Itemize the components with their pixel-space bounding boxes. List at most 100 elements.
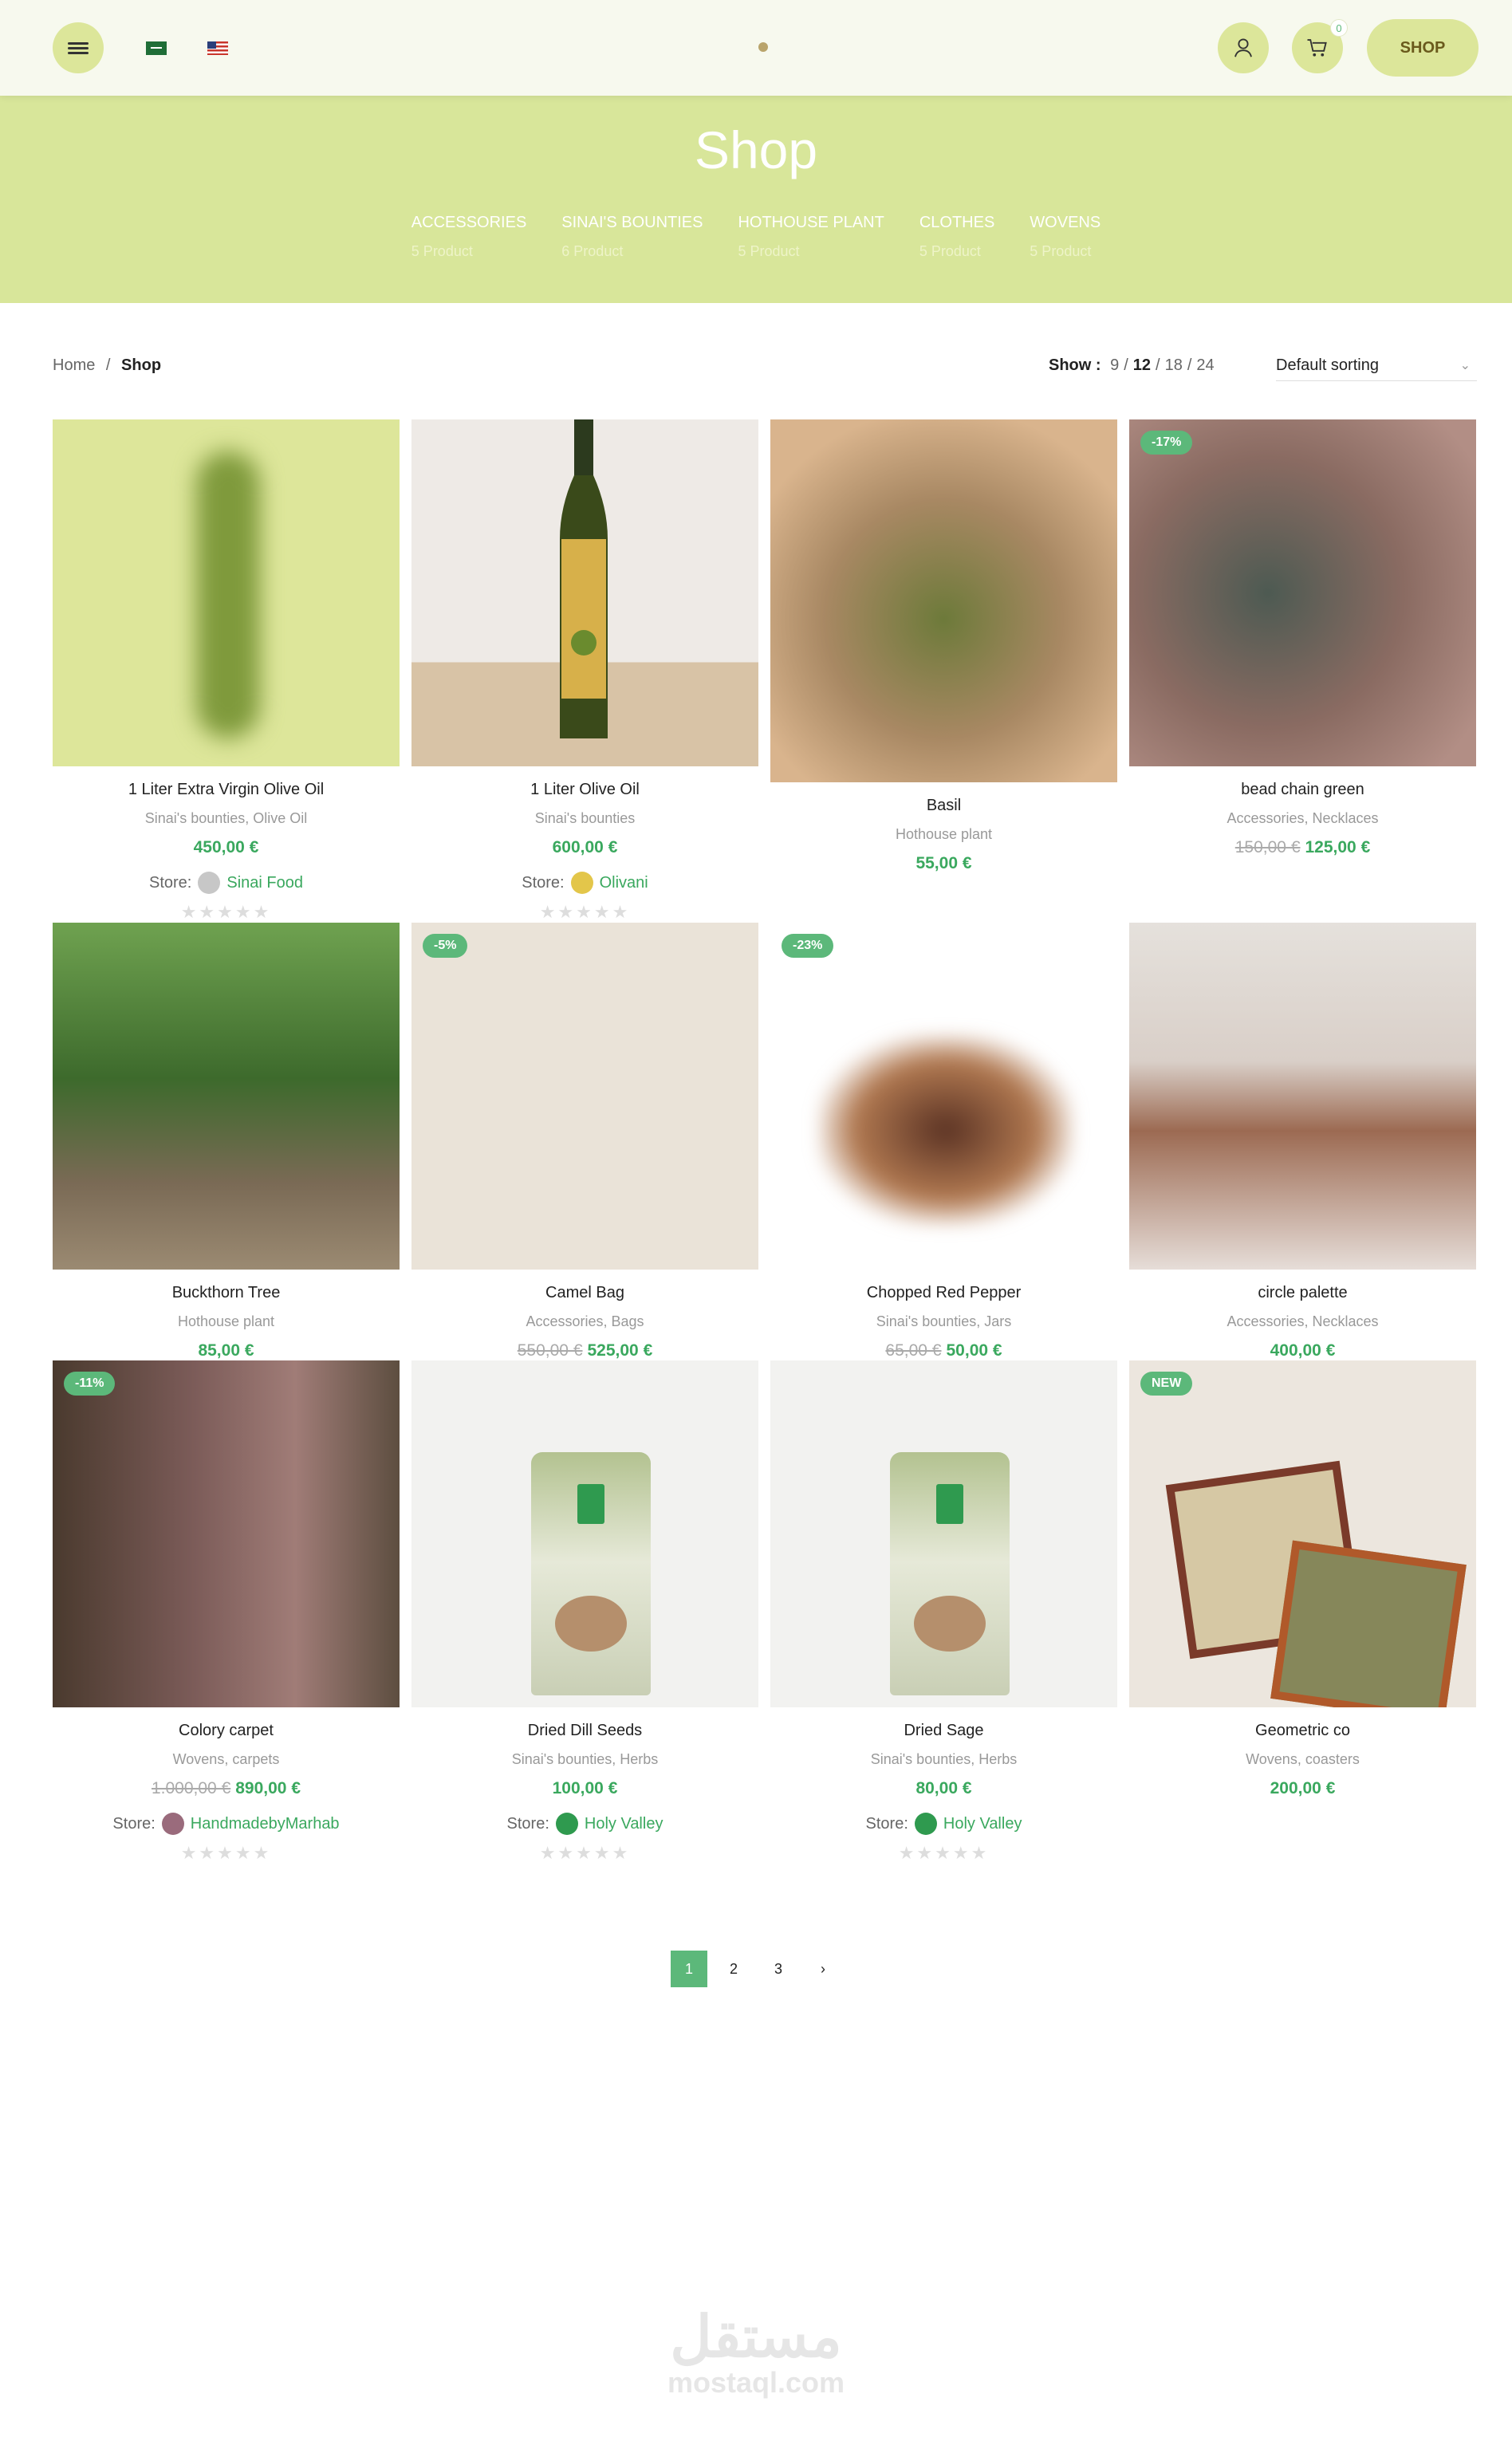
show-separator: / [1156, 356, 1160, 374]
hamburger-menu-button[interactable] [53, 22, 104, 73]
product-title[interactable]: Geometric co [1129, 1722, 1476, 1740]
account-button[interactable] [1218, 22, 1269, 73]
current-price: 400,00 € [1270, 1341, 1336, 1360]
product-categories: Sinai's bounties [534, 810, 636, 826]
product-title[interactable]: Basil [770, 797, 1117, 815]
next-page-chevron-icon[interactable]: › [805, 1951, 841, 1987]
product-grid: 1 Liter Extra Virgin Olive Oil Sinai's bo… [53, 419, 1478, 1864]
product-image[interactable] [53, 419, 400, 766]
category-count: 5 Product [411, 243, 473, 259]
product-card: 1 Liter Extra Virgin Olive Oil Sinai's bo… [53, 419, 400, 923]
old-price: 1.000,00 € [151, 1779, 231, 1797]
category-count: 5 Product [919, 243, 981, 259]
store-avatar [570, 872, 593, 894]
cart-button[interactable]: 0 [1292, 19, 1348, 73]
page-1-button[interactable]: 1 [671, 1951, 707, 1987]
product-card: Dried Sage Sinai's bounties, Herbs 80,00 €… [770, 1360, 1117, 1864]
user-icon [1234, 38, 1252, 57]
category-name: HOTHOUSE PLANT [738, 214, 884, 231]
current-price: 600,00 € [552, 838, 618, 856]
rating-stars: ★★★★★ [180, 1843, 272, 1863]
product-categories: Accessories, Bags [526, 1313, 644, 1329]
watermark: مستقل mostaql.com [663, 2309, 849, 2400]
rating-stars: ★★★★★ [898, 1843, 990, 1863]
category-name: ACCESSORIES [411, 214, 527, 231]
product-image[interactable] [1129, 923, 1476, 1270]
category-link[interactable]: WOVENS 5 Product [1030, 214, 1101, 260]
product-title[interactable]: Colory carpet [53, 1722, 400, 1740]
breadcrumb-home-link[interactable]: Home [53, 356, 95, 374]
product-price: 80,00 € [770, 1779, 1117, 1798]
product-card: -5% Camel Bag Accessories, Bags 550,00 €525… [411, 923, 758, 1360]
us-flag-icon[interactable] [207, 41, 228, 55]
show-option-18[interactable]: 18 [1165, 356, 1183, 374]
category-link[interactable]: SINAI'S BOUNTIES 6 Product [561, 214, 703, 260]
product-title[interactable]: circle palette [1129, 1284, 1476, 1302]
store-avatar [914, 1813, 937, 1835]
show-option-24[interactable]: 24 [1196, 356, 1214, 374]
shop-button[interactable]: SHOP [1367, 19, 1479, 77]
product-card: circle palette Accessories, Necklaces 400,… [1129, 923, 1476, 1360]
product-categories: Wovens, carpets [172, 1751, 280, 1767]
site-logo[interactable] [758, 42, 768, 52]
product-card: Dried Dill Seeds Sinai's bounties, Herbs 1… [411, 1360, 758, 1864]
discount-badge: -5% [423, 934, 468, 958]
product-title[interactable]: 1 Liter Extra Virgin Olive Oil [53, 781, 400, 799]
product-image[interactable]: -17% [1129, 419, 1476, 766]
category-link[interactable]: ACCESSORIES 5 Product [411, 214, 526, 260]
product-title[interactable]: bead chain green [1129, 781, 1476, 799]
product-price: 200,00 € [1129, 1779, 1476, 1798]
product-image[interactable] [770, 419, 1117, 782]
store-info: Store: Sinai Food [53, 872, 400, 894]
store-label: Store: [506, 1814, 549, 1833]
old-price: 150,00 € [1234, 838, 1301, 856]
store-avatar [555, 1813, 578, 1835]
cart-icon [1307, 39, 1327, 57]
product-image[interactable] [411, 419, 758, 766]
products-per-page: Show : 9/12/18/24 [1049, 356, 1219, 375]
sorting-select[interactable]: Default sorting ⌄ [1276, 351, 1477, 381]
product-image[interactable] [411, 1360, 758, 1707]
saudi-flag-icon[interactable] [146, 41, 167, 55]
store-link[interactable]: Holy Valley [943, 1815, 1022, 1833]
show-option-9[interactable]: 9 [1110, 356, 1119, 374]
page-2-button[interactable]: 2 [715, 1951, 752, 1987]
product-title[interactable]: Chopped Red Pepper [770, 1284, 1117, 1302]
store-link[interactable]: HandmadebyMarhab [191, 1815, 340, 1833]
discount-badge: -17% [1140, 431, 1193, 455]
store-link[interactable]: Sinai Food [226, 874, 303, 892]
shop-hero-banner: Shop ACCESSORIES 5 Product SINAI'S BOUNTIE… [0, 96, 1512, 303]
product-image[interactable]: NEW [1129, 1360, 1476, 1707]
sorting-value: Default sorting [1276, 356, 1379, 374]
product-price: 550,00 €525,00 € [411, 1341, 758, 1360]
store-link[interactable]: Holy Valley [585, 1815, 663, 1833]
product-image[interactable]: -5% [411, 923, 758, 1270]
show-separator: / [1187, 356, 1192, 374]
current-price: 100,00 € [552, 1779, 618, 1797]
breadcrumb-current: Shop [121, 356, 162, 374]
store-info: Store: Olivani [411, 872, 758, 894]
store-link[interactable]: Olivani [600, 874, 648, 892]
category-name: WOVENS [1030, 214, 1101, 231]
category-link[interactable]: CLOTHES 5 Product [919, 214, 994, 260]
product-image[interactable] [53, 923, 400, 1270]
product-title[interactable]: 1 Liter Olive Oil [411, 781, 758, 799]
store-avatar [161, 1813, 184, 1835]
product-card: -17% bead chain green Accessories, Necklac… [1129, 419, 1476, 923]
product-title[interactable]: Buckthorn Tree [53, 1284, 400, 1302]
product-title[interactable]: Dried Dill Seeds [411, 1722, 758, 1740]
category-link[interactable]: HOTHOUSE PLANT 5 Product [738, 214, 884, 260]
product-price: 1.000,00 €890,00 € [53, 1779, 400, 1798]
product-categories: Sinai's bounties, Olive Oil [144, 810, 308, 826]
olive-oil-bottle-illustration [560, 419, 608, 738]
product-image[interactable]: -11% [53, 1360, 400, 1707]
pagination: 1 2 3 › [0, 1951, 1512, 1987]
product-title[interactable]: Camel Bag [411, 1284, 758, 1302]
product-title[interactable]: Dried Sage [770, 1722, 1117, 1740]
product-image[interactable]: -23% [770, 923, 1117, 1270]
show-option-12[interactable]: 12 [1133, 356, 1151, 374]
product-image[interactable] [770, 1360, 1117, 1707]
category-nav: ACCESSORIES 5 Product SINAI'S BOUNTIES 6 Pr… [0, 214, 1512, 260]
store-info: Store: HandmadebyMarhab [53, 1813, 400, 1835]
page-3-button[interactable]: 3 [760, 1951, 797, 1987]
